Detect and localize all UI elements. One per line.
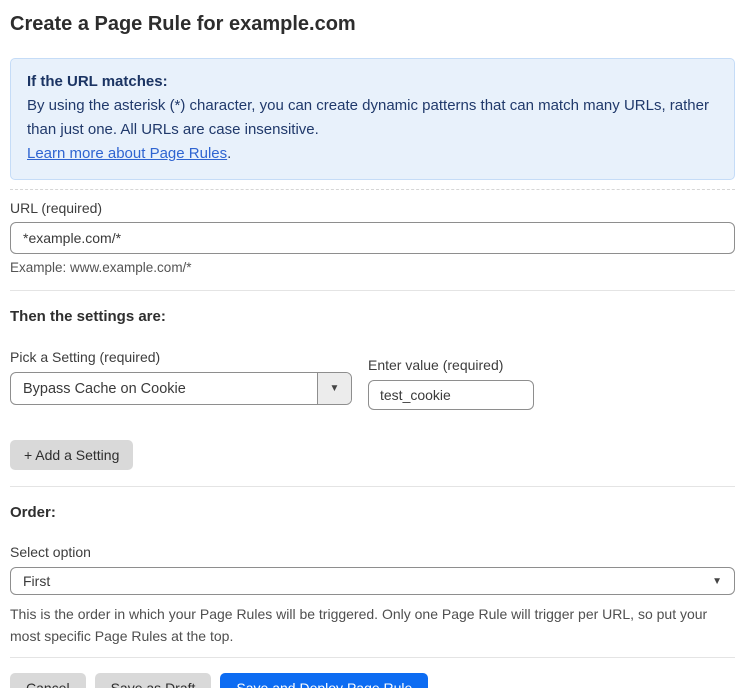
chevron-down-icon: ▼ [712, 576, 722, 587]
url-field-label: URL (required) [10, 200, 735, 217]
setting-picker-column: Pick a Setting (required) Bypass Cache o… [10, 349, 352, 405]
create-page-rule-panel: Create a Page Rule for example.com If th… [0, 0, 750, 688]
settings-section-heading: Then the settings are: [10, 308, 735, 326]
setting-select[interactable]: Bypass Cache on Cookie ▼ [10, 372, 352, 405]
info-box-link-line: Learn more about Page Rules. [27, 142, 718, 166]
url-example-helper: Example: www.example.com/* [10, 260, 735, 276]
settings-row: Pick a Setting (required) Bypass Cache o… [10, 349, 735, 410]
divider [10, 290, 735, 291]
order-select-value: First [23, 573, 50, 589]
add-setting-button[interactable]: + Add a Setting [10, 440, 133, 470]
info-box-heading: If the URL matches: [27, 70, 718, 94]
dropdown-arrow-button[interactable]: ▼ [317, 373, 351, 404]
setting-value-column: Enter value (required) [368, 357, 534, 410]
setting-select-value: Bypass Cache on Cookie [11, 373, 317, 404]
setting-picker-label: Pick a Setting (required) [10, 349, 352, 366]
order-helper-text: This is the order in which your Page Rul… [10, 603, 730, 647]
page-title: Create a Page Rule for example.com [10, 12, 735, 36]
learn-more-link[interactable]: Learn more about Page Rules [27, 145, 227, 162]
url-matches-info-box: If the URL matches: By using the asteris… [10, 58, 735, 180]
divider [10, 189, 735, 190]
footer-actions: Cancel Save as Draft Save and Deploy Pag… [10, 673, 735, 688]
cancel-button[interactable]: Cancel [10, 673, 86, 688]
save-and-deploy-button[interactable]: Save and Deploy Page Rule [220, 673, 428, 688]
info-box-body: By using the asterisk (*) character, you… [27, 94, 718, 142]
link-period: . [227, 145, 231, 162]
divider [10, 657, 735, 658]
setting-value-label: Enter value (required) [368, 357, 534, 374]
order-select-label: Select option [10, 544, 735, 561]
divider [10, 486, 735, 487]
order-select[interactable]: First ▼ [10, 567, 735, 595]
save-as-draft-button[interactable]: Save as Draft [95, 673, 212, 688]
chevron-down-icon: ▼ [330, 383, 340, 394]
order-section-heading: Order: [10, 504, 735, 522]
setting-value-input[interactable] [368, 380, 534, 410]
url-input[interactable] [10, 222, 735, 254]
